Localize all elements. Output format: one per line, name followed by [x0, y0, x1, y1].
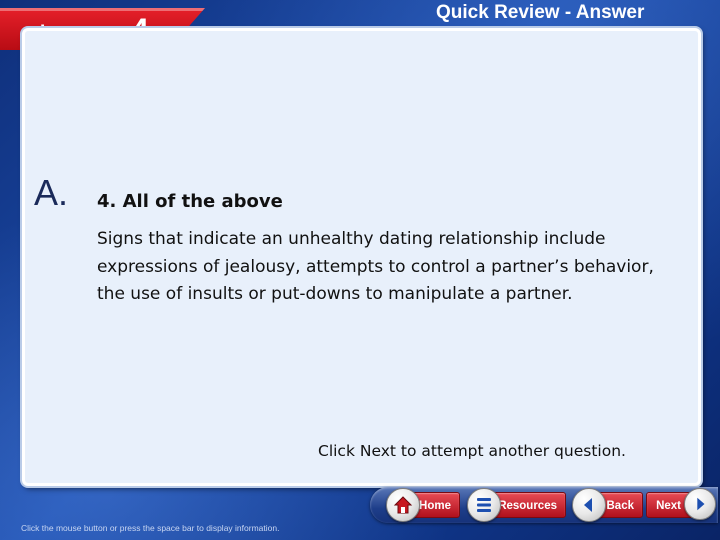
home-button-label: Home — [419, 500, 451, 512]
next-hint: Click Next to attempt another question. — [318, 442, 626, 460]
answer-letter: A. — [34, 172, 69, 213]
answer-explanation: Signs that indicate an unhealthy dating … — [97, 229, 654, 304]
answer-heading: 4. All of the above — [97, 191, 283, 212]
next-button-label: Next — [656, 500, 681, 512]
next-arrow-icon[interactable] — [684, 488, 716, 520]
footer-instruction: Click the mouse button or press the spac… — [21, 523, 280, 533]
back-button-label: Back — [606, 500, 635, 512]
home-icon[interactable] — [386, 488, 420, 522]
resources-icon[interactable] — [467, 488, 501, 522]
back-arrow-icon[interactable] — [572, 488, 606, 522]
slide-title: Quick Review - Answer — [436, 2, 645, 23]
resources-button-label: Resources — [498, 500, 557, 512]
